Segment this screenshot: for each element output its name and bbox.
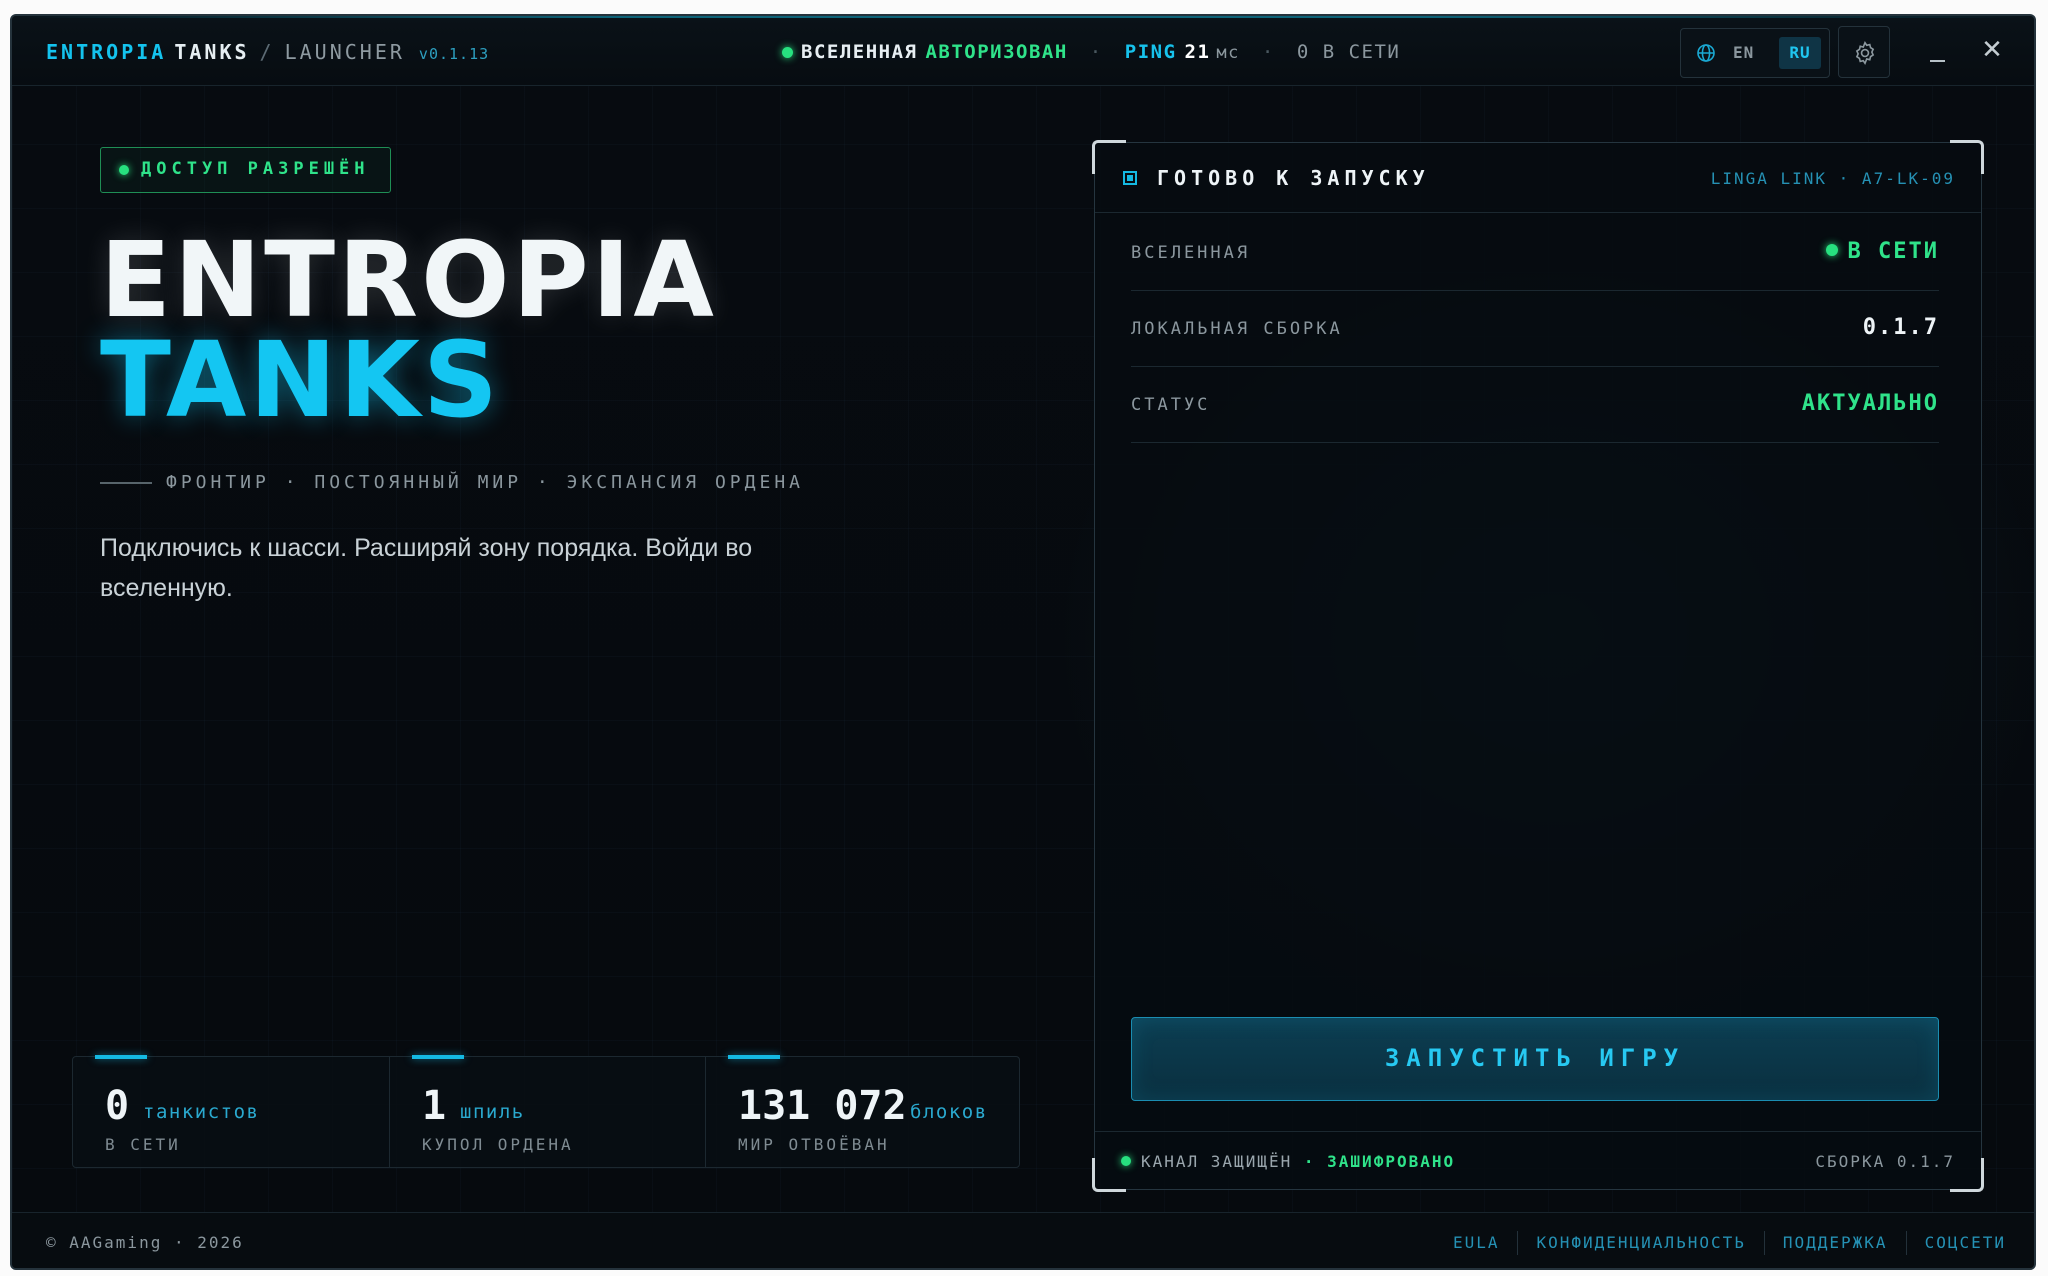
launch-panel: ГОТОВО К ЗАПУСКУ LINGA LINK · A7-LK-09 В… (1092, 140, 1984, 1192)
info-row-status: СТАТУС АКТУАЛЬНО (1131, 367, 1939, 443)
stat-blocks: 131 072 блоков МИР ОТВОЁВАН (705, 1055, 1021, 1167)
settings-button[interactable] (1838, 26, 1890, 78)
brand-primary: ENTROPIA (46, 40, 167, 64)
info-row-universe: ВСЕЛЕННАЯ В СЕТИ (1131, 215, 1939, 291)
info-row-build: ЛОКАЛЬНАЯ СБОРКА 0.1.7 (1131, 291, 1939, 367)
minimize-button[interactable] (1922, 36, 1954, 68)
stat-unit: танкистов (143, 1101, 260, 1123)
close-button[interactable]: ✕ (1976, 34, 2008, 66)
lang-en-button[interactable]: EN (1733, 43, 1754, 62)
footer-link-eula[interactable]: EULA (1435, 1231, 1518, 1255)
tagline-rule (100, 482, 152, 484)
stat-online: 0 танкистов В СЕТИ (73, 1055, 389, 1167)
footer-link-social[interactable]: СОЦСЕТИ (1905, 1231, 2006, 1255)
info-value: 0.1.7 (1862, 315, 1939, 340)
universe-status: АВТОРИЗОВАН (925, 41, 1068, 63)
panel-title: ГОТОВО К ЗАПУСКУ (1157, 166, 1430, 190)
status-dot-icon (782, 47, 793, 58)
hero-title-line1: ENTROPIA (100, 219, 717, 341)
app-version: v0.1.13 (418, 45, 490, 63)
status-dot-icon (119, 165, 129, 175)
footer-link-privacy[interactable]: КОНФИДЕНЦИАЛЬНОСТЬ (1517, 1231, 1763, 1255)
stat-accent (728, 1055, 780, 1059)
link-id: LINGA LINK · A7-LK-09 (1710, 169, 1955, 188)
stats-bar: 0 танкистов В СЕТИ 1 шпиль КУПОЛ ОРДЕНА … (72, 1055, 1021, 1168)
build-label: СБОРКА 0.1.7 (1815, 1152, 1955, 1171)
launcher-window: ENTROPIA TANKS / LAUNCHER v0.1.13 ВСЕЛЕННАЯ А… (10, 14, 2036, 1270)
chip-icon (1123, 171, 1137, 185)
info-value: В СЕТИ (1825, 239, 1939, 264)
ping-value: 21 (1184, 41, 1211, 63)
footer-link-support[interactable]: ПОДДЕРЖКА (1763, 1231, 1906, 1255)
stat-unit: блоков (910, 1101, 988, 1123)
language-switcher: EN RU (1680, 28, 1830, 78)
brand-secondary: TANKS (174, 40, 250, 64)
app-brand: ENTROPIA TANKS / LAUNCHER v0.1.13 (46, 40, 489, 64)
channel-separator: · (1303, 1152, 1316, 1171)
stat-label: МИР ОТВОЁВАН (738, 1135, 890, 1154)
hero-description: Подключись к шасси. Расширяй зону порядк… (100, 534, 753, 602)
status-dot-icon (1121, 1156, 1131, 1166)
access-badge: ДОСТУП РАЗРЕШЁН (100, 147, 391, 193)
info-value-text: В СЕТИ (1847, 239, 1939, 264)
brand-separator: / (259, 40, 275, 64)
stat-value: 131 072 (738, 1083, 907, 1129)
status-dot-icon (1825, 244, 1838, 256)
stat-accent (412, 1055, 464, 1059)
stat-unit: шпиль (460, 1101, 525, 1123)
universe-label: ВСЕЛЕННАЯ (801, 41, 918, 63)
gear-icon (1855, 40, 1875, 66)
stat-accent (95, 1055, 147, 1059)
info-key: ВСЕЛЕННАЯ (1131, 243, 1251, 263)
separator-dot: · (1261, 41, 1275, 63)
globe-icon (1695, 42, 1717, 68)
copyright: © AAGaming · 2026 (46, 1233, 244, 1252)
channel-encrypted: ЗАШИФРОВАНО (1327, 1152, 1456, 1171)
lang-ru-button[interactable]: RU (1779, 37, 1821, 69)
info-key: СТАТУС (1131, 395, 1211, 415)
app-name: LAUNCHER (284, 40, 405, 64)
hero-title-line2: TANKS (100, 319, 501, 441)
launch-game-button[interactable]: ЗАПУСТИТЬ ИГРУ (1131, 1017, 1939, 1101)
ping-label: PING (1124, 41, 1177, 63)
online-count: 0 В СЕТИ (1296, 41, 1401, 63)
tagline-text: ФРОНТИР · ПОСТОЯННЫЙ МИР · ЭКСПАНСИЯ ОРД… (166, 472, 804, 493)
stat-label: В СЕТИ (105, 1135, 181, 1154)
access-badge-label: ДОСТУП РАЗРЕШЁН (141, 159, 370, 179)
channel-label: КАНАЛ ЗАЩИЩЁН (1141, 1152, 1293, 1171)
tagline: ФРОНТИР · ПОСТОЯННЫЙ МИР · ЭКСПАНСИЯ ОРД… (100, 472, 804, 493)
stat-value: 0 (105, 1083, 130, 1129)
panel-header: ГОТОВО К ЗАПУСКУ LINGA LINK · A7-LK-09 (1095, 143, 1981, 213)
separator-dot: · (1089, 41, 1103, 63)
footer: © AAGaming · 2026 EULA КОНФИДЕНЦИАЛЬНОСТЬ… (12, 1212, 2034, 1268)
stat-label: КУПОЛ ОРДЕНА (422, 1135, 574, 1154)
ping-unit: мс (1216, 43, 1240, 63)
footer-links: EULA КОНФИДЕНЦИАЛЬНОСТЬ ПОДДЕРЖКА СОЦСЕТИ (1435, 1231, 2006, 1255)
connection-status: ВСЕЛЕННАЯ АВТОРИЗОВАН · PING 21 мс · 0 В СЕТИ (782, 41, 1400, 63)
info-value: АКТУАЛЬНО (1801, 391, 1939, 416)
panel-footer: КАНАЛ ЗАЩИЩЁН · ЗАШИФРОВАНО СБОРКА 0.1.7 (1095, 1131, 1981, 1189)
stat-spire: 1 шпиль КУПОЛ ОРДЕНА (389, 1055, 705, 1167)
title-bar: ENTROPIA TANKS / LAUNCHER v0.1.13 ВСЕЛЕННАЯ А… (12, 16, 2034, 86)
stat-value: 1 (422, 1083, 447, 1129)
channel-status: КАНАЛ ЗАЩИЩЁН · ЗАШИФРОВАНО (1141, 1152, 1455, 1171)
info-key: ЛОКАЛЬНАЯ СБОРКА (1131, 319, 1343, 339)
